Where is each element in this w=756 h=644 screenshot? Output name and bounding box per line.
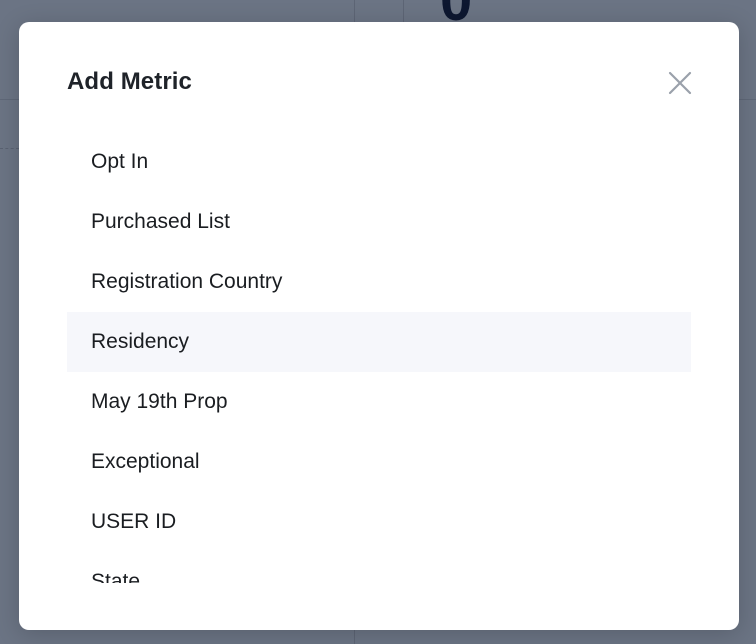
metric-option[interactable]: Residency [67, 312, 691, 372]
background-dashed-line [0, 148, 19, 149]
background-divider [403, 0, 404, 22]
metric-option[interactable]: Registration Country [67, 252, 691, 312]
metric-option[interactable]: State [67, 552, 691, 583]
close-icon [668, 71, 692, 95]
metric-option[interactable]: Exceptional [67, 432, 691, 492]
metric-option[interactable]: Purchased List [67, 192, 691, 252]
close-button[interactable] [665, 68, 695, 98]
metric-list[interactable]: Opt In Purchased List Registration Country… [67, 132, 691, 583]
metric-option[interactable]: May 19th Prop [67, 372, 691, 432]
add-metric-dialog: Add Metric Opt In Purchased List Registrat… [19, 22, 739, 630]
dialog-title: Add Metric [67, 68, 193, 95]
metric-option[interactable]: Opt In [67, 132, 691, 192]
metric-option[interactable]: USER ID [67, 492, 691, 552]
